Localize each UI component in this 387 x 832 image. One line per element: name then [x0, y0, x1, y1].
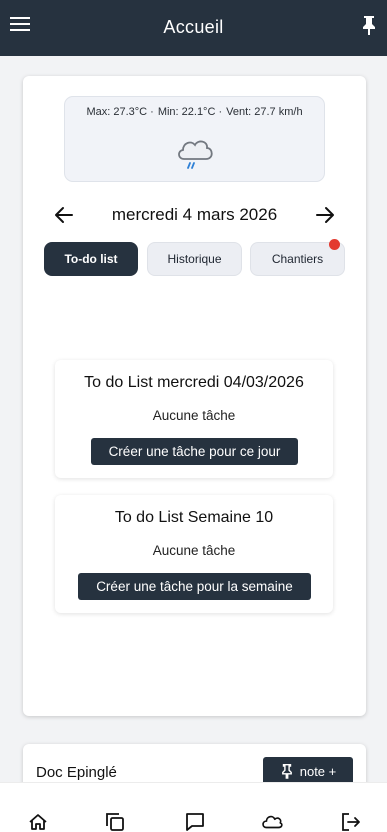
todo-day-card: To do List mercredi 04/03/2026 Aucune tâ…	[55, 360, 333, 478]
date-navigator: mercredi 4 mars 2026	[23, 202, 366, 228]
bottom-nav	[0, 782, 387, 832]
pinned-doc-label: Doc Epinglé	[36, 764, 117, 781]
rain-cloud-icon	[175, 134, 215, 175]
notification-badge	[329, 239, 340, 250]
todo-week-empty: Aucune tâche	[152, 543, 236, 558]
logout-icon[interactable]	[340, 811, 362, 832]
cloud-icon[interactable]	[261, 811, 283, 832]
create-day-task-button[interactable]: Créer une tâche pour ce jour	[91, 438, 298, 465]
add-note-label: note +	[299, 763, 337, 779]
todo-week-title: To do List Semaine 10	[114, 509, 274, 526]
add-note-button[interactable]: note +	[263, 757, 353, 785]
tab-chantiers[interactable]: Chantiers	[250, 239, 345, 276]
chat-icon[interactable]	[184, 811, 206, 832]
weather-stats: Max: 27.3°C · Min: 22.1°C · Vent: 27.7 km/…	[65, 106, 324, 118]
copy-icon[interactable]	[104, 811, 126, 832]
todo-week-card: To do List Semaine 10 Aucune tâche Créer…	[55, 495, 333, 613]
tab-todo-list[interactable]: To-do list	[44, 242, 138, 276]
pin-icon	[281, 764, 292, 779]
weather-max: Max: 27.3°C ·	[86, 106, 154, 118]
page-title: Accueil	[163, 17, 224, 37]
app-header: Accueil	[0, 0, 387, 56]
weather-min: Min: 22.1°C ·	[157, 106, 223, 118]
home-icon[interactable]	[27, 811, 49, 832]
arrow-right-icon[interactable]	[314, 204, 336, 226]
todo-day-title: To do List mercredi 04/03/2026	[84, 374, 304, 391]
create-week-task-button[interactable]: Créer une tâche pour la semaine	[78, 573, 311, 600]
todo-day-empty: Aucune tâche	[152, 408, 236, 423]
weather-wind: Vent: 27.7 km/h	[226, 106, 303, 118]
tab-chantiers-label: Chantiers	[271, 252, 324, 266]
pin-icon[interactable]	[359, 14, 379, 36]
main-card: Max: 27.3°C · Min: 22.1°C · Vent: 27.7 km/…	[23, 76, 366, 716]
weather-widget: Max: 27.3°C · Min: 22.1°C · Vent: 27.7 km/…	[64, 96, 325, 182]
tab-historique[interactable]: Historique	[147, 242, 242, 276]
